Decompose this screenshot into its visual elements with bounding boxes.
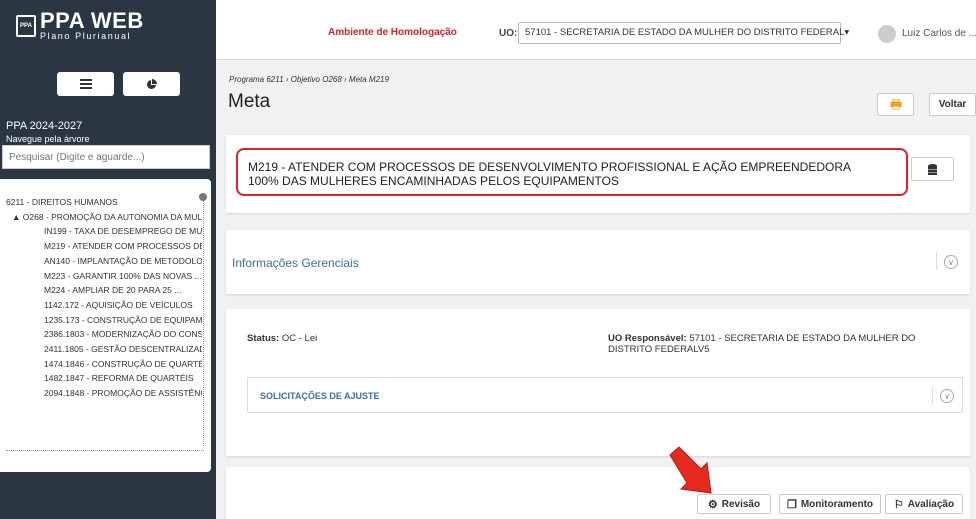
meta-title-line1: M219 - ATENDER COM PROCESSOS DE DESENVOL…	[248, 160, 852, 174]
tree-item[interactable]: M224 - AMPLIAR DE 20 PARA 25 ...	[6, 283, 202, 298]
solicitacoes-panel: SOLICITAÇÕES DE AJUSTE ∨	[247, 377, 963, 413]
uo-select[interactable]: 57101 - SECRETARIA DE ESTADO DA MULHER D…	[518, 22, 849, 44]
status-value: OC - Lei	[281, 333, 318, 344]
tree-item[interactable]: 2386.1803 - MODERNIZAÇÃO DO CONSELHO	[6, 327, 202, 342]
uo-label: UO:	[499, 28, 518, 39]
voltar-button[interactable]: Voltar	[929, 93, 976, 116]
page-title: Meta	[228, 91, 271, 112]
app-logo[interactable]: PPA PPA WEB Plano Plurianual	[16, 10, 144, 41]
tree-item[interactable]: M223 - GARANTIR 100% DAS NOVAS ...	[6, 269, 202, 284]
avaliacao-button[interactable]: ⚐ Avaliação	[885, 494, 963, 514]
meta-title-box: M219 - ATENDER COM PROCESSOS DE DESENVOL…	[236, 148, 908, 196]
monitoramento-button[interactable]: ❐ Monitoramento	[779, 494, 881, 514]
revisao-button[interactable]: ⚙ Revisão	[697, 494, 771, 514]
tree-scrollbar[interactable]	[203, 196, 204, 446]
uo-resp-label: UO Responsável:	[608, 333, 687, 344]
hamburger-icon	[79, 79, 92, 89]
menu-button[interactable]	[57, 72, 114, 96]
status-text: Status: OC - Lei	[247, 333, 317, 344]
tree-item[interactable]: 1235.173 - CONSTRUÇÃO DE EQUIPAMENTOS	[6, 313, 202, 328]
meta-title-line2: 100% DAS MULHERES ENCAMINHADAS PELOS EQU…	[248, 174, 619, 188]
status-label: Status:	[247, 333, 280, 344]
chart-button[interactable]	[123, 72, 180, 96]
tree-item[interactable]: IN199 - TAXA DE DESEMPREGO DE MULHERES	[6, 224, 202, 239]
ppa-title: PPA 2024-2027	[6, 120, 83, 132]
logo-icon: PPA	[16, 14, 36, 37]
monitoramento-label: Monitoramento	[800, 498, 874, 510]
pie-chart-icon	[147, 78, 157, 89]
tree-item[interactable]: 2094.1848 - PROMOÇÃO DE ASSISTÊNCIA	[6, 386, 202, 401]
uo-responsavel: UO Responsável: 57101 - SECRETARIA DE ES…	[608, 333, 958, 355]
print-button[interactable]	[877, 93, 914, 116]
info-expand-chevron-icon[interactable]: ∨	[944, 255, 958, 269]
logo-title: PPA WEB	[40, 8, 144, 33]
tree-item[interactable]: 1142.172 - AQUISIÇÃO DE VEÍCULOS	[6, 298, 202, 313]
tree-search-input[interactable]	[2, 145, 210, 169]
tree-divider	[6, 450, 204, 451]
gear-icon: ⚙	[707, 498, 718, 511]
tree-item[interactable]: 2411.1805 - GESTÃO DESCENTRALIZADA	[6, 342, 202, 357]
printer-icon	[890, 99, 901, 110]
tree-item[interactable]: M219 - ATENDER COM PROCESSOS DE DESENVOL…	[6, 239, 202, 254]
database-icon	[928, 163, 937, 175]
tree-item[interactable]: ▲ O268 - PROMOÇÃO DA AUTONOMIA DA MULHER	[6, 210, 202, 225]
logo-subtitle: Plano Plurianual	[40, 31, 132, 41]
copy-icon: ❐	[786, 498, 797, 511]
database-button[interactable]	[911, 157, 954, 181]
solicitacoes-expand-chevron-icon[interactable]: ∨	[940, 389, 954, 403]
flag-icon: ⚐	[893, 498, 904, 511]
info-gerenciais-header[interactable]: Informações Gerenciais	[232, 256, 359, 270]
tree-item[interactable]: AN140 - IMPLANTAÇÃO DE METODOLOGIA	[6, 254, 202, 269]
red-arrow-icon	[669, 447, 712, 494]
tree-item[interactable]: 1482.1847 - REFORMA DE QUARTÉIS	[6, 371, 202, 386]
tree-item[interactable]: 1474.1846 - CONSTRUÇÃO DE QUARTÉIS	[6, 357, 202, 372]
revisao-label: Revisão	[721, 498, 761, 510]
user-menu[interactable]: Luiz Carlos de ... ▾	[902, 28, 976, 39]
topbar: Ambiente de Homologação UO: 57101 - SECR…	[216, 0, 976, 60]
avatar[interactable]	[878, 25, 896, 43]
avaliacao-label: Avaliação	[907, 498, 955, 510]
tree-scroll-handle[interactable]	[199, 193, 207, 201]
sol-divider	[932, 387, 933, 404]
tree-panel: 6211 - DIREITOS HUMANOS ▲ O268 - PROMOÇÃO…	[0, 179, 211, 472]
tree-item[interactable]: 6211 - DIREITOS HUMANOS	[6, 195, 202, 210]
info-divider	[936, 252, 937, 270]
solicitacoes-header[interactable]: SOLICITAÇÕES DE AJUSTE	[260, 391, 380, 401]
environment-label: Ambiente de Homologação	[328, 27, 457, 38]
breadcrumb[interactable]: Programa 6211 › Objetivo O268 › Meta M21…	[229, 75, 389, 84]
